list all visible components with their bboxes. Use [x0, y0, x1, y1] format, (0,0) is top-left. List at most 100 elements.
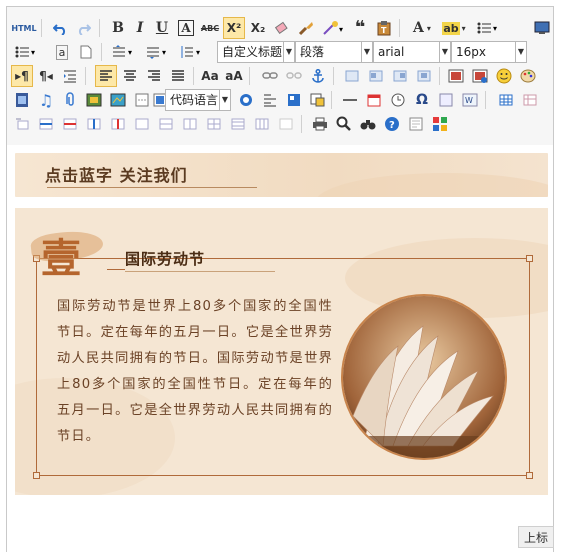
attachment-button[interactable] — [59, 89, 81, 111]
insert-table-button[interactable] — [495, 89, 517, 111]
insert-col-button[interactable] — [83, 113, 105, 135]
blockquote-button[interactable]: ❝ — [349, 17, 371, 39]
delete-row-button[interactable] — [59, 113, 81, 135]
align-left-button[interactable] — [95, 65, 117, 87]
unlink-button[interactable] — [283, 65, 305, 87]
eraser-button[interactable] — [271, 17, 293, 39]
row-spacing-icon: ▾ — [113, 45, 132, 57]
split-cols-button[interactable] — [251, 113, 273, 135]
monitor-icon — [534, 21, 550, 34]
editor-content-area[interactable]: 点击蓝字 关注我们 壹 国际劳动节 国际劳动节是世界上80多个国家的全国性节日。… — [7, 145, 553, 553]
help-button[interactable]: ? — [381, 113, 403, 135]
merge-down-button[interactable] — [179, 113, 201, 135]
insert-video-button[interactable] — [11, 89, 33, 111]
subscript-button[interactable]: X₂ — [247, 17, 269, 39]
row-spacing-bottom-button[interactable]: ▾ — [141, 41, 173, 63]
snapscreen-button[interactable] — [307, 89, 329, 111]
insert-para-before-table-button[interactable] — [11, 113, 33, 135]
chevron-down-icon: ▼ — [439, 42, 450, 62]
align-right-button[interactable] — [143, 65, 165, 87]
background-button[interactable] — [259, 89, 281, 111]
italic-button[interactable]: I — [129, 17, 151, 39]
row-spacing-top-button[interactable]: ▾ — [107, 41, 139, 63]
delete-table-button[interactable] — [519, 89, 541, 111]
custom-title-select[interactable]: 自定义标题 ▼ — [217, 41, 295, 63]
merge-right-button[interactable] — [155, 113, 177, 135]
indent-button[interactable] — [59, 65, 81, 87]
multi-image-button[interactable] — [469, 65, 491, 87]
auto-format-button[interactable]: ▾ — [319, 17, 347, 39]
bold-button[interactable]: B — [107, 17, 129, 39]
font-size-value: 16px — [456, 45, 486, 59]
to-uppercase-button[interactable]: Aa — [199, 65, 221, 87]
svg-text:▾: ▾ — [162, 48, 166, 57]
code-language-select[interactable]: 代码语言 ▼ — [165, 89, 231, 111]
image-left-button[interactable] — [365, 65, 387, 87]
chart-button[interactable] — [275, 113, 297, 135]
font-border-button[interactable]: A — [175, 17, 197, 39]
image-none-button[interactable] — [341, 65, 363, 87]
redo-button[interactable] — [73, 17, 95, 39]
undo-button[interactable] — [49, 17, 71, 39]
svg-text:▾: ▾ — [493, 24, 497, 33]
link-button[interactable] — [259, 65, 281, 87]
strike-label: ABC — [200, 23, 220, 33]
superscript-button[interactable]: X² — [223, 17, 245, 39]
to-lowercase-button[interactable]: aA — [223, 65, 245, 87]
insert-frame-button[interactable] — [83, 89, 105, 111]
edit-image-button[interactable] — [435, 89, 457, 111]
emoji-button[interactable] — [493, 65, 515, 87]
unordered-list-button[interactable]: ▾ — [11, 41, 41, 63]
underline-button[interactable]: U — [151, 17, 173, 39]
insert-row-button[interactable] — [35, 113, 57, 135]
preview-button[interactable] — [531, 17, 553, 39]
insert-date-button[interactable] — [363, 89, 385, 111]
insert-time-button[interactable] — [387, 89, 409, 111]
background-color-button[interactable]: ab ▾ — [439, 17, 469, 39]
map-button[interactable] — [107, 89, 129, 111]
template-button[interactable] — [235, 89, 257, 111]
html-source-button[interactable]: HTML — [11, 17, 37, 39]
image-right-button[interactable] — [389, 65, 411, 87]
paragraph-select[interactable]: 段落 ▼ — [295, 41, 373, 63]
wordimage-button[interactable] — [283, 89, 305, 111]
insert-music-button[interactable]: ♫ — [35, 89, 57, 111]
select-all-button[interactable]: a — [51, 41, 73, 63]
ltr-direction-button[interactable]: ▸¶ — [11, 65, 33, 87]
scrawl-button[interactable] — [517, 65, 539, 87]
format-painter-button[interactable] — [295, 17, 317, 39]
font-size-select[interactable]: 16px ▼ — [451, 41, 527, 63]
rtl-direction-button[interactable]: ¶◂ — [35, 65, 57, 87]
paste-plain-button[interactable]: T — [373, 17, 395, 39]
image-icon — [448, 69, 464, 83]
search-replace-button[interactable] — [357, 113, 379, 135]
preview-search-button[interactable] — [333, 113, 355, 135]
merge-cells-button[interactable] — [131, 113, 153, 135]
underline-label: U — [155, 20, 169, 36]
special-char-button[interactable]: Ω — [411, 89, 433, 111]
print-button[interactable] — [309, 113, 331, 135]
list-style-button[interactable]: ▾ — [473, 17, 503, 39]
screenshot-icon — [310, 93, 325, 107]
drafts-button[interactable] — [405, 113, 427, 135]
align-center-button[interactable] — [119, 65, 141, 87]
image-center-button[interactable] — [413, 65, 435, 87]
anchor-button[interactable] — [307, 65, 329, 87]
strikethrough-button[interactable]: ABC — [199, 17, 221, 39]
font-family-select[interactable]: arial ▼ — [373, 41, 451, 63]
font-color-button[interactable]: A ▾ — [407, 17, 437, 39]
delete-col-button[interactable] — [107, 113, 129, 135]
align-justify-button[interactable] — [167, 65, 189, 87]
chevron-down-icon: ▼ — [219, 90, 230, 110]
split-rows-icon — [231, 118, 245, 130]
clear-doc-button[interactable] — [75, 41, 97, 63]
horizontal-rule-button[interactable] — [339, 89, 361, 111]
merge-down-icon — [183, 118, 197, 130]
split-cells-button[interactable] — [203, 113, 225, 135]
line-height-button[interactable]: ▾ — [175, 41, 207, 63]
plugin-button[interactable] — [429, 113, 451, 135]
word-paste-button[interactable]: W — [459, 89, 481, 111]
chevron-down-icon: ▼ — [361, 42, 372, 62]
split-rows-button[interactable] — [227, 113, 249, 135]
insert-image-button[interactable] — [445, 65, 467, 87]
